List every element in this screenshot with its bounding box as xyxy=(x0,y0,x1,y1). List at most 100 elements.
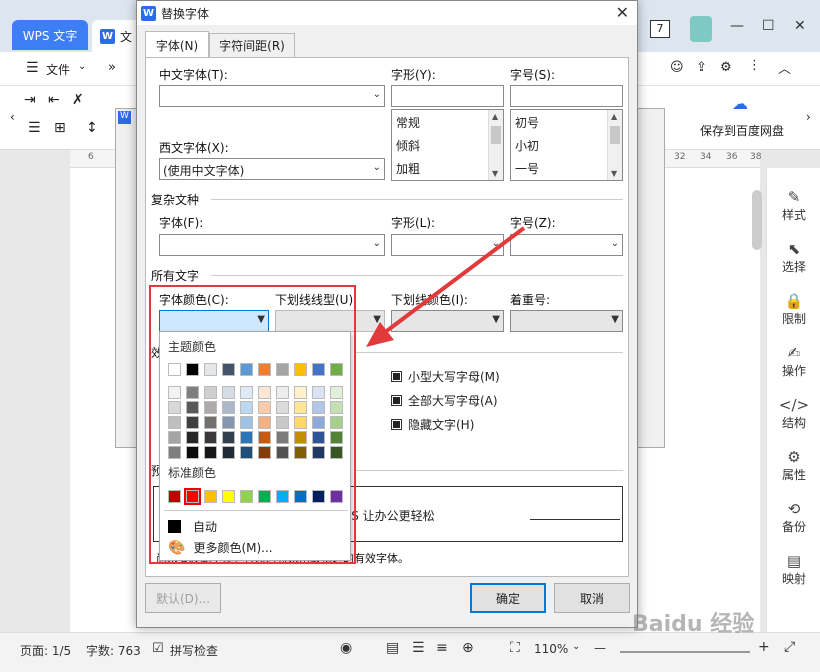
sidebar-item-label: 限制 xyxy=(781,312,806,326)
complex-section-title: 复杂文种 xyxy=(151,193,200,207)
status-spell-check[interactable]: 拼写检查 xyxy=(170,642,218,659)
zoom-level[interactable]: 110% xyxy=(534,642,568,656)
chevron-down-icon: ⌄ xyxy=(491,238,500,249)
web-view-icon[interactable]: ⊕ xyxy=(462,640,474,656)
close-icon[interactable]: ✕ xyxy=(794,18,806,34)
page-view-icon[interactable]: ▤ xyxy=(386,640,399,656)
more-menu-icon[interactable]: ⋮ xyxy=(748,58,761,73)
clear-format-icon[interactable]: ✗ xyxy=(72,92,84,108)
status-page[interactable]: 页面: 1/5 xyxy=(20,642,71,659)
tab-font[interactable]: 字体(N) xyxy=(145,31,209,58)
scroll-right-icon[interactable]: › xyxy=(806,110,811,124)
complex-font-combo[interactable]: ⌄ xyxy=(159,234,385,256)
ok-button[interactable]: 确定 xyxy=(470,583,546,613)
collapse-ribbon-icon[interactable]: ︿ xyxy=(778,58,791,77)
ruler-mark: 6 xyxy=(88,152,94,162)
underline-color-combo[interactable]: ▼ xyxy=(391,310,504,332)
annotation-highlight-box xyxy=(149,285,356,564)
scroll-up-icon[interactable]: ▲ xyxy=(611,112,617,121)
triangle-down-icon: ▼ xyxy=(373,314,381,325)
align-left-icon[interactable]: ☰ xyxy=(28,120,41,136)
scroll-left-icon[interactable]: ‹ xyxy=(10,110,15,124)
scroll-thumb[interactable] xyxy=(491,126,501,144)
complex-size-combo[interactable]: ⌄ xyxy=(510,234,623,256)
list-item[interactable]: 倾斜 xyxy=(396,137,420,154)
west-font-combo[interactable]: (使用中文字体) ⌄ xyxy=(159,158,385,180)
size-list[interactable]: 初号 小初 一号 ▲ ▼ xyxy=(510,109,623,181)
outline-view-icon[interactable]: ☰ xyxy=(412,640,425,656)
all-caps-checkbox[interactable]: 全部大写字母(A) xyxy=(391,392,498,409)
outdent-icon[interactable]: ⇤ xyxy=(48,92,60,108)
fit-page-icon[interactable]: ⛶ xyxy=(510,640,520,656)
default-button[interactable]: 默认(D)... xyxy=(145,583,221,613)
size-input[interactable] xyxy=(510,85,623,107)
style-input[interactable] xyxy=(391,85,504,107)
complex-style-combo[interactable]: ⌄ xyxy=(391,234,504,256)
close-icon[interactable]: ✕ xyxy=(616,3,629,22)
tab-document-label: 文 xyxy=(120,29,133,44)
tab-count-badge[interactable]: 7 xyxy=(650,20,670,38)
cn-font-combo[interactable]: ⌄ xyxy=(159,85,385,107)
sidebar-item-select[interactable]: ⬉ 选择 xyxy=(767,240,820,275)
size-list-scrollbar[interactable]: ▲ ▼ xyxy=(607,110,622,180)
sidebar-item-structure[interactable]: </> 结构 xyxy=(767,396,820,431)
gear-icon[interactable]: ⚙ xyxy=(720,60,732,75)
zoom-slider[interactable] xyxy=(620,651,750,653)
sidebar-item-label: 结构 xyxy=(781,416,806,430)
chevron-down-icon[interactable]: ⌄ xyxy=(572,641,580,652)
small-caps-checkbox[interactable]: 小型大写字母(M) xyxy=(391,368,500,385)
zoom-out-button[interactable]: — xyxy=(594,641,606,655)
list-item[interactable]: 初号 xyxy=(515,114,539,131)
hamburger-icon[interactable]: ☰ xyxy=(26,60,39,76)
smiley-icon[interactable]: ☺ xyxy=(670,60,684,75)
chevron-down-icon[interactable]: ⌄ xyxy=(78,61,86,72)
tab-wps-home[interactable]: WPS 文字 xyxy=(12,20,88,50)
tab-document[interactable]: W 文 xyxy=(92,20,142,52)
tab-character-spacing[interactable]: 字符间距(R) xyxy=(209,33,295,57)
sidebar-item-properties[interactable]: ⚙ 属性 xyxy=(767,448,820,483)
chevron-down-icon: ⌄ xyxy=(372,238,381,249)
outline-list-icon[interactable]: ≡ xyxy=(436,640,448,656)
avatar[interactable] xyxy=(690,16,712,42)
style-list-scrollbar[interactable]: ▲ ▼ xyxy=(488,110,503,180)
scroll-down-icon[interactable]: ▼ xyxy=(492,169,498,178)
share-icon[interactable]: ⇪ xyxy=(696,60,707,75)
checkbox-label: 隐藏文字(H) xyxy=(408,418,475,432)
status-word-count[interactable]: 字数: 763 xyxy=(86,642,141,659)
menu-file[interactable]: 文件 xyxy=(46,61,70,78)
maximize-icon[interactable]: ☐ xyxy=(762,18,775,34)
edit-icon: ✍ xyxy=(787,344,801,362)
divider xyxy=(211,199,623,200)
zoom-in-button[interactable]: + xyxy=(758,639,770,655)
spell-check-icon[interactable]: ☑ xyxy=(152,641,164,656)
vertical-scrollbar[interactable] xyxy=(752,190,762,250)
cancel-button[interactable]: 取消 xyxy=(554,583,630,613)
sidebar-item-operate[interactable]: ✍ 操作 xyxy=(767,344,820,379)
sidebar-item-map[interactable]: ▤ 映射 xyxy=(767,552,820,587)
list-item[interactable]: 小初 xyxy=(515,137,539,154)
indent-icon[interactable]: ⇥ xyxy=(24,92,36,108)
line-spacing-icon[interactable]: ↕ xyxy=(86,120,98,136)
emphasis-combo[interactable]: ▼ xyxy=(510,310,623,332)
cloud-save-icon[interactable]: ☁ xyxy=(732,94,748,113)
minimize-icon[interactable]: — xyxy=(730,18,744,34)
chevron-down-icon: ⌄ xyxy=(610,238,619,249)
style-list[interactable]: 常规 倾斜 加粗 ▲ ▼ xyxy=(391,109,504,181)
sidebar-item-styles[interactable]: ✎ 样式 xyxy=(767,188,820,223)
scroll-up-icon[interactable]: ▲ xyxy=(492,112,498,121)
checkbox-label: 全部大写字母(A) xyxy=(408,394,498,408)
fullscreen-icon[interactable]: ⤢ xyxy=(784,639,795,655)
list-item[interactable]: 常规 xyxy=(396,114,420,131)
save-to-baidu-button[interactable]: 保存到百度网盘 xyxy=(700,122,784,139)
hidden-text-checkbox[interactable]: 隐藏文字(H) xyxy=(391,416,474,433)
scroll-thumb[interactable] xyxy=(610,126,620,144)
complex-style-label: 字形(L): xyxy=(391,216,436,230)
sidebar-item-backup[interactable]: ⟲ 备份 xyxy=(767,500,820,535)
list-item[interactable]: 一号 xyxy=(515,160,539,177)
sidebar-item-restrict[interactable]: 🔒 限制 xyxy=(767,292,820,327)
more-icon[interactable]: » xyxy=(108,60,116,75)
list-item[interactable]: 加粗 xyxy=(396,160,420,177)
eye-icon[interactable]: ◉ xyxy=(340,640,352,656)
scroll-down-icon[interactable]: ▼ xyxy=(611,169,617,178)
table-icon[interactable]: ⊞ xyxy=(54,120,66,136)
